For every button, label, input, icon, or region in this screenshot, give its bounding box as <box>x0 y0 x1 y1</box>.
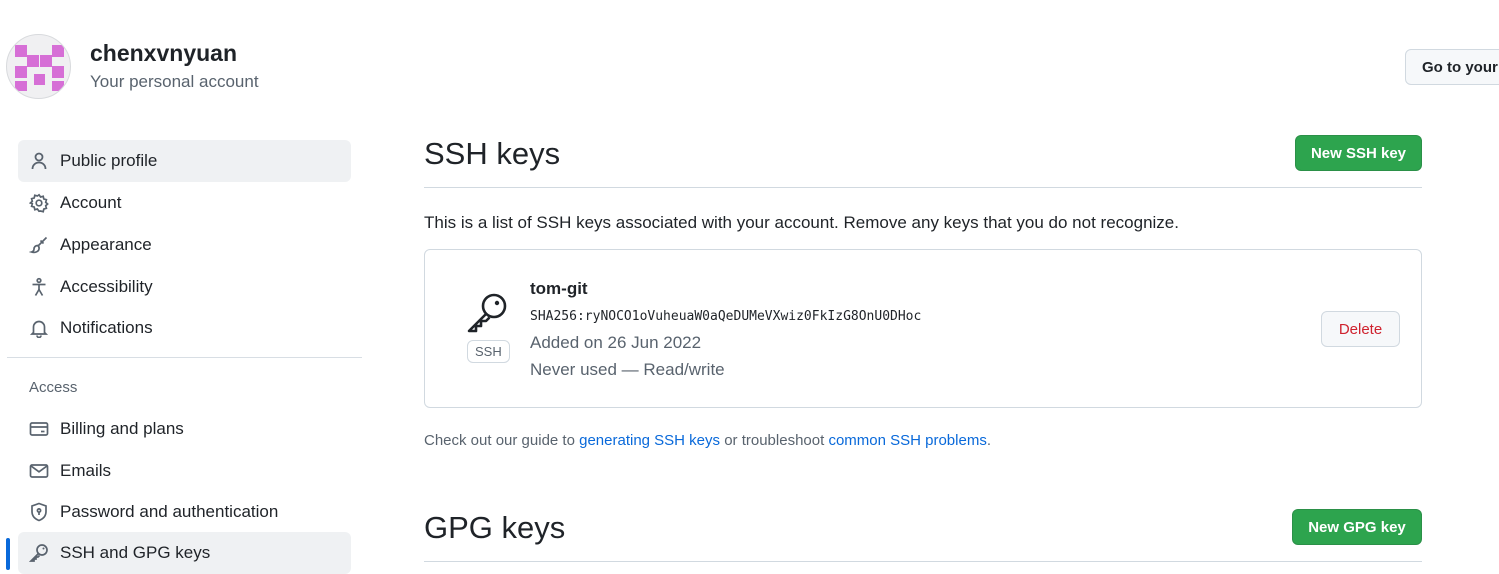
sidebar-item-label: Public profile <box>60 151 158 170</box>
new-ssh-key-button[interactable]: New SSH key <box>1295 135 1422 171</box>
mail-icon <box>29 461 49 481</box>
go-to-profile-button[interactable]: Go to your personal profile <box>1405 49 1499 85</box>
sidebar-item-label: Notifications <box>60 318 153 337</box>
ssh-key-icon <box>467 293 507 333</box>
gpg-section-divider <box>424 561 1422 562</box>
credit-card-icon <box>29 419 49 439</box>
sidebar-item-label: Account <box>60 193 122 212</box>
ssh-key-card: SSH tom-git SHA256:ryNOCO1oVuheuaW0aQeDU… <box>424 249 1422 408</box>
sidebar-item-password-authentication[interactable]: Password and authentication <box>18 491 351 533</box>
avatar[interactable] <box>6 34 71 99</box>
ssh-keys-title: SSH keys <box>424 136 561 171</box>
ssh-key-usage: Never used — Read/write <box>530 360 725 379</box>
generating-ssh-keys-link[interactable]: generating SSH keys <box>579 432 720 449</box>
sidebar-item-label: Password and authentication <box>60 502 279 521</box>
accessibility-icon <box>29 277 49 297</box>
new-gpg-key-button[interactable]: New GPG key <box>1292 509 1422 545</box>
help-suffix: . <box>986 432 991 449</box>
ssh-help-text: Check out our guide to generating SSH ke… <box>424 432 991 449</box>
ssh-type-badge: SSH <box>467 340 510 363</box>
sidebar-item-ssh-gpg-keys[interactable]: SSH and GPG keys <box>18 532 351 574</box>
sidebar-item-emails[interactable]: Emails <box>18 450 351 492</box>
gpg-keys-title: GPG keys <box>424 510 566 545</box>
ssh-key-title: tom-git <box>530 279 588 298</box>
paintbrush-icon <box>29 235 49 255</box>
sidebar-item-label: Appearance <box>60 235 152 254</box>
account-subtitle: Your personal account <box>90 71 259 91</box>
help-prefix: Check out our guide to <box>424 432 580 449</box>
help-middle: or troubleshoot <box>720 432 829 449</box>
sidebar-item-notifications[interactable]: Notifications <box>18 307 351 349</box>
sidebar-item-label: Billing and plans <box>60 419 184 438</box>
sidebar-item-label: Accessibility <box>60 277 153 296</box>
ssh-key-fingerprint: SHA256:ryNOCO1oVuheuaW0aQeDUMeVXwiz0FkIz… <box>530 309 922 324</box>
sidebar-item-public-profile[interactable]: Public profile <box>18 140 351 182</box>
ssh-description: This is a list of SSH keys associated wi… <box>424 213 1179 232</box>
settings-sidebar: chenxvnyuan Your personal account Public… <box>0 0 365 574</box>
sidebar-item-account[interactable]: Account <box>18 182 351 224</box>
sidebar-item-accessibility[interactable]: Accessibility <box>18 266 351 308</box>
sidebar-item-appearance[interactable]: Appearance <box>18 224 351 266</box>
ssh-key-added-date: Added on 26 Jun 2022 <box>530 333 702 352</box>
person-icon <box>29 151 49 171</box>
key-icon <box>29 543 49 563</box>
account-name: chenxvnyuan <box>90 39 237 66</box>
sidebar-divider <box>7 357 362 358</box>
delete-key-button[interactable]: Delete <box>1321 311 1400 347</box>
sidebar-item-billing[interactable]: Billing and plans <box>18 408 351 450</box>
gear-icon <box>29 193 49 213</box>
active-indicator <box>6 538 10 570</box>
account-header: chenxvnyuan Your personal account <box>6 34 259 99</box>
bell-icon <box>29 318 49 338</box>
sidebar-item-label: Emails <box>60 461 112 480</box>
common-ssh-problems-link[interactable]: common SSH problems <box>828 432 986 449</box>
ssh-section-divider <box>424 187 1422 188</box>
shield-lock-icon <box>29 502 49 522</box>
sidebar-item-label: SSH and GPG keys <box>60 543 211 562</box>
identicon-image <box>15 45 64 91</box>
sidebar-section-access: Access <box>29 379 78 396</box>
